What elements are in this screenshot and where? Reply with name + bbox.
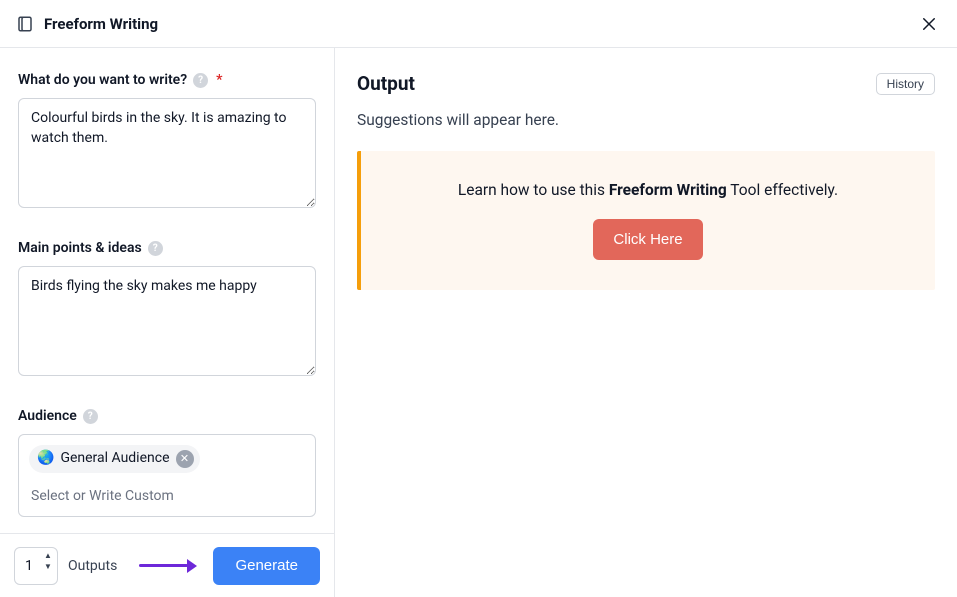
help-icon[interactable]: ?: [148, 241, 163, 256]
mainpoints-label-text: Main points & ideas: [18, 240, 142, 256]
page-title: Freeform Writing: [44, 15, 158, 33]
close-button[interactable]: [917, 12, 941, 36]
outputs-stepper[interactable]: 1 ▲ ▼: [14, 547, 58, 585]
output-header: Output History: [357, 72, 935, 95]
form-scroll[interactable]: What do you want to write? ? * Main poin…: [0, 48, 334, 533]
app-header: Freeform Writing: [0, 0, 957, 48]
output-title: Output: [357, 72, 415, 95]
mainpoints-label: Main points & ideas ?: [18, 240, 316, 256]
audience-label: Audience ?: [18, 408, 316, 424]
right-panel: Output History Suggestions will appear h…: [335, 48, 957, 597]
step-up-icon[interactable]: ▲: [43, 551, 53, 561]
freeform-icon: [16, 15, 34, 33]
required-mark: *: [216, 72, 222, 88]
mainpoints-textarea[interactable]: [18, 266, 316, 376]
mainpoints-group: Main points & ideas ?: [18, 240, 316, 380]
suggestions-text: Suggestions will appear here.: [357, 111, 935, 129]
prompt-label: What do you want to write? ? *: [18, 72, 316, 88]
prompt-label-text: What do you want to write?: [18, 72, 187, 88]
audience-group: Audience ? 🌏 General Audience ✕ Select o…: [18, 408, 316, 517]
callout-text: Learn how to use this Freeform Writing T…: [381, 181, 915, 199]
history-button[interactable]: History: [876, 73, 935, 95]
callout-post: Tool effectively.: [727, 181, 838, 199]
prompt-group: What do you want to write? ? *: [18, 72, 316, 212]
callout-pre: Learn how to use this: [458, 181, 609, 199]
generate-button[interactable]: Generate: [213, 547, 320, 585]
audience-label-text: Audience: [18, 408, 77, 424]
learn-callout: Learn how to use this Freeform Writing T…: [357, 151, 935, 290]
left-panel: What do you want to write? ? * Main poin…: [0, 48, 335, 597]
step-down-icon[interactable]: ▼: [43, 562, 53, 572]
left-footer: 1 ▲ ▼ Outputs Generate: [0, 533, 334, 597]
prompt-textarea[interactable]: [18, 98, 316, 208]
audience-chip: 🌏 General Audience ✕: [29, 445, 200, 473]
click-here-button[interactable]: Click Here: [593, 219, 702, 260]
outputs-label: Outputs: [68, 558, 117, 574]
chip-text: General Audience: [60, 449, 169, 469]
chip-remove-icon[interactable]: ✕: [176, 450, 194, 468]
help-icon[interactable]: ?: [83, 409, 98, 424]
help-icon[interactable]: ?: [193, 73, 208, 88]
globe-icon: 🌏: [37, 449, 54, 469]
outputs-value: 1: [25, 558, 33, 574]
audience-input[interactable]: 🌏 General Audience ✕ Select or Write Cus…: [18, 434, 316, 517]
callout-bold: Freeform Writing: [609, 181, 727, 199]
audience-placeholder[interactable]: Select or Write Custom: [29, 481, 305, 511]
arrow-annotation: [127, 559, 203, 573]
